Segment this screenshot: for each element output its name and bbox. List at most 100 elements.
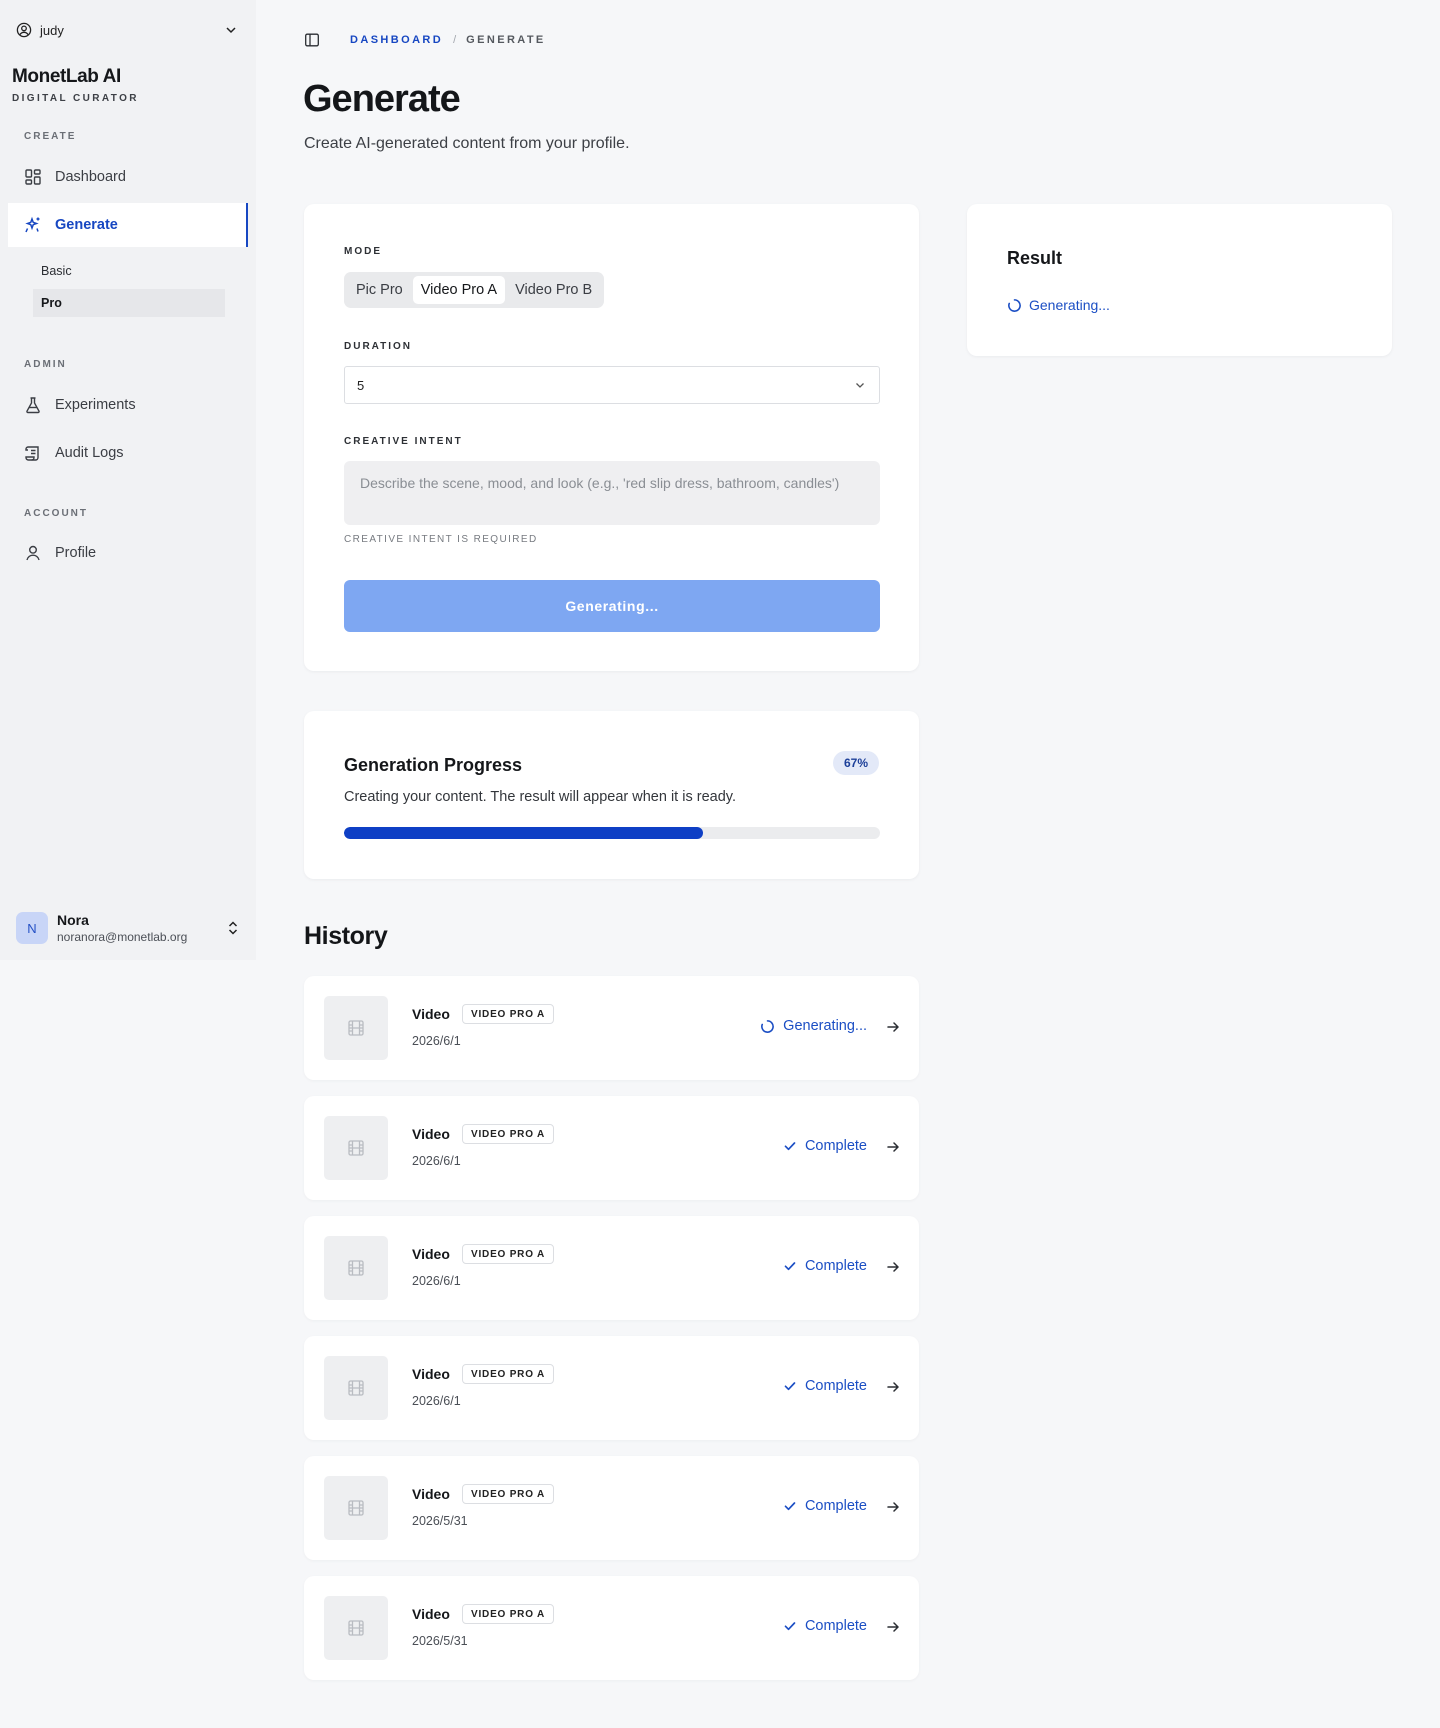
thumbnail bbox=[324, 1596, 388, 1660]
mode-option-video-pro-a[interactable]: Video Pro A bbox=[412, 276, 506, 304]
history-item-status: Generating... bbox=[760, 1018, 867, 1034]
history-item-status-text: Complete bbox=[804, 1498, 867, 1514]
breadcrumb-link-dashboard[interactable]: DASHBOARD bbox=[350, 34, 443, 46]
progress-title: Generation Progress bbox=[344, 755, 523, 775]
sidebar-item-label: Profile bbox=[55, 545, 97, 561]
generate-button[interactable]: Generating... bbox=[344, 580, 880, 632]
mode-option-pic-pro[interactable]: Pic Pro bbox=[348, 276, 411, 304]
arrow-right-icon[interactable] bbox=[885, 1499, 901, 1515]
duration-value: 5 bbox=[357, 377, 365, 393]
history-item-mode-tag: VIDEO PRO A bbox=[462, 1484, 554, 1504]
history-item-date: 2026/6/1 bbox=[412, 1154, 461, 1168]
history-row[interactable]: Video VIDEO PRO A 2026/6/1 Complete bbox=[304, 1096, 919, 1200]
progress-description: Creating your content. The result will a… bbox=[344, 789, 736, 805]
workspace-name: judy bbox=[40, 22, 64, 38]
history-item-status: Complete bbox=[783, 1498, 867, 1514]
breadcrumb-current: GENERATE bbox=[466, 34, 546, 46]
film-icon bbox=[346, 1498, 366, 1518]
sidebar-subitem-basic[interactable]: Basic bbox=[33, 257, 225, 285]
user-name: Nora bbox=[57, 912, 89, 928]
arrow-right-icon[interactable] bbox=[885, 1019, 901, 1035]
history-item-status: Complete bbox=[783, 1378, 867, 1394]
progress-bar bbox=[344, 827, 880, 839]
user-circle-icon bbox=[16, 22, 32, 38]
workspace-switcher[interactable]: judy bbox=[16, 18, 238, 42]
history-item-status: Complete bbox=[783, 1138, 867, 1154]
arrow-right-icon[interactable] bbox=[885, 1139, 901, 1155]
history-item-date: 2026/6/1 bbox=[412, 1034, 461, 1048]
breadcrumb: DASHBOARD / GENERATE bbox=[304, 30, 546, 50]
user-icon bbox=[24, 544, 42, 562]
thumbnail bbox=[324, 1116, 388, 1180]
duration-label: DURATION bbox=[344, 341, 413, 352]
sidebar-subitem-pro[interactable]: Pro bbox=[33, 289, 225, 317]
creative-intent-label: CREATIVE INTENT bbox=[344, 436, 463, 447]
duration-select[interactable]: 5 bbox=[344, 366, 880, 404]
history-item-type: Video bbox=[412, 1606, 450, 1622]
history-item-status: Complete bbox=[783, 1258, 867, 1274]
thumbnail bbox=[324, 1356, 388, 1420]
chevron-down-icon bbox=[224, 23, 238, 37]
arrow-right-icon[interactable] bbox=[885, 1379, 901, 1395]
page-title: Generate bbox=[303, 78, 461, 120]
user-menu[interactable]: N Nora noranora@monetlab.org bbox=[16, 910, 240, 946]
flask-icon bbox=[24, 396, 42, 414]
history-item-status-text: Complete bbox=[804, 1618, 867, 1634]
progress-bar-fill bbox=[344, 827, 704, 839]
history-item-type: Video bbox=[412, 1246, 450, 1262]
section-label-admin: ADMIN bbox=[24, 359, 67, 370]
thumbnail bbox=[324, 1476, 388, 1540]
sidebar-item-dashboard[interactable]: Dashboard bbox=[8, 155, 248, 199]
history-item-mode-tag: VIDEO PRO A bbox=[462, 1364, 554, 1384]
mode-option-video-pro-b[interactable]: Video Pro B bbox=[507, 276, 600, 304]
sidebar-item-profile[interactable]: Profile bbox=[8, 531, 248, 575]
history-item-type: Video bbox=[412, 1486, 450, 1502]
brand-subtitle: DIGITAL CURATOR bbox=[12, 93, 139, 104]
sidebar-item-generate[interactable]: Generate bbox=[8, 203, 248, 247]
check-icon bbox=[783, 1379, 797, 1393]
sidebar-item-experiments[interactable]: Experiments bbox=[8, 383, 248, 427]
history-row[interactable]: Video VIDEO PRO A 2026/6/1 Complete bbox=[304, 1336, 919, 1440]
history-item-status: Complete bbox=[783, 1618, 867, 1634]
sidebar-item-audit-logs[interactable]: Audit Logs bbox=[8, 431, 248, 475]
history-item-date: 2026/5/31 bbox=[412, 1634, 468, 1648]
generate-form-card: MODE Pic Pro Video Pro A Video Pro B DUR… bbox=[304, 204, 919, 671]
progress-badge: 67% bbox=[832, 751, 879, 775]
thumbnail bbox=[324, 1236, 388, 1300]
history-row[interactable]: Video VIDEO PRO A 2026/6/1 Complete bbox=[304, 1216, 919, 1320]
spinner-icon bbox=[1007, 298, 1022, 313]
history-item-type: Video bbox=[412, 1366, 450, 1382]
sidebar-item-label: Generate bbox=[55, 217, 118, 233]
film-icon bbox=[346, 1258, 366, 1278]
check-icon bbox=[783, 1619, 797, 1633]
history-row[interactable]: Video VIDEO PRO A 2026/6/1 Generating... bbox=[304, 976, 919, 1080]
history-item-status-text: Complete bbox=[804, 1378, 867, 1394]
history-item-type: Video bbox=[412, 1126, 450, 1142]
sidebar-item-label: Audit Logs bbox=[55, 445, 124, 461]
history-row[interactable]: Video VIDEO PRO A 2026/5/31 Complete bbox=[304, 1456, 919, 1560]
panel-left-icon[interactable] bbox=[304, 32, 320, 48]
user-email: noranora@monetlab.org bbox=[57, 930, 188, 944]
scroll-icon bbox=[24, 444, 42, 462]
history-item-date: 2026/5/31 bbox=[412, 1514, 468, 1528]
history-item-mode-tag: VIDEO PRO A bbox=[462, 1244, 554, 1264]
result-card: Result Generating... bbox=[967, 204, 1392, 356]
grid-icon bbox=[24, 168, 42, 186]
sidebar-item-label: Experiments bbox=[55, 397, 136, 413]
creative-intent-input[interactable]: Describe the scene, mood, and look (e.g.… bbox=[344, 461, 880, 525]
check-icon bbox=[783, 1139, 797, 1153]
thumbnail bbox=[324, 996, 388, 1060]
avatar: N bbox=[16, 912, 48, 944]
generation-progress-card: Generation Progress 67% Creating your co… bbox=[304, 711, 919, 879]
arrow-right-icon[interactable] bbox=[885, 1619, 901, 1635]
history-item-status-text: Complete bbox=[804, 1138, 867, 1154]
mode-selector: Pic Pro Video Pro A Video Pro B bbox=[344, 272, 605, 308]
result-title: Result bbox=[1007, 248, 1063, 268]
arrow-right-icon[interactable] bbox=[885, 1259, 901, 1275]
history-row[interactable]: Video VIDEO PRO A 2026/5/31 Complete bbox=[304, 1576, 919, 1680]
check-icon bbox=[783, 1259, 797, 1273]
check-icon bbox=[783, 1499, 797, 1513]
chevrons-up-down-icon bbox=[226, 920, 240, 936]
history-item-status-text: Complete bbox=[804, 1258, 867, 1274]
history-item-type: Video bbox=[412, 1006, 450, 1022]
